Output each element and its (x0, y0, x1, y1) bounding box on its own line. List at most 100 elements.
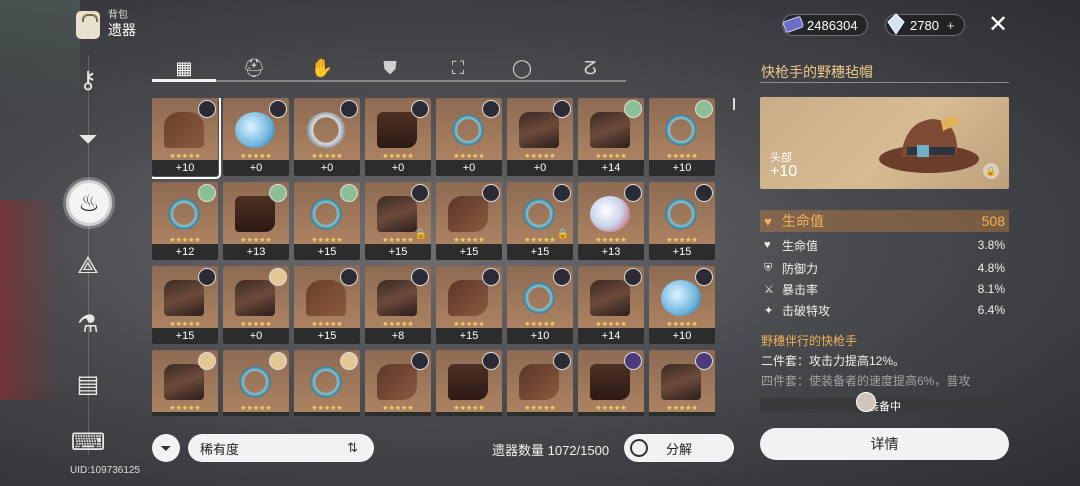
tab-all-relics[interactable]: ▦ (166, 56, 202, 80)
relic-card[interactable]: ★★★★★ +13 (578, 182, 644, 260)
close-icon[interactable]: ✕ (986, 13, 1010, 37)
relic-level (152, 412, 218, 416)
lock-icon[interactable]: 🔒 (983, 163, 999, 179)
flask-icon[interactable]: ⚗ (74, 310, 102, 338)
key-icon[interactable]: ⚷ (74, 66, 102, 94)
character-avatar-icon (269, 352, 287, 370)
character-avatar-icon (198, 268, 216, 286)
relic-card[interactable]: 🔒 ★★★★★ +15 (507, 182, 573, 260)
sort-dropdown[interactable]: 稀有度 ⇅ (188, 434, 374, 462)
character-avatar-icon (198, 100, 216, 118)
relic-card[interactable]: ★★★★★ +15 (294, 182, 360, 260)
tab-feet[interactable]: ⛶ (440, 56, 476, 80)
character-avatar-icon (553, 268, 571, 286)
sub-stat-row: ⛨ 防御力 4.8% (760, 258, 1009, 278)
character-avatar-icon (340, 352, 358, 370)
main-stat-value: 508 (981, 213, 1005, 229)
tab-planar-sphere[interactable]: ◯ (504, 56, 540, 80)
relic-card[interactable]: ★★★★★ +15 (436, 182, 502, 260)
relic-card[interactable]: ★★★★★ +0 (507, 98, 573, 176)
relic-level: +0 (223, 160, 289, 176)
relic-card[interactable]: ★★★★★ +0 (294, 98, 360, 176)
relic-level: +0 (223, 328, 289, 344)
details-button[interactable]: 详情 (760, 428, 1009, 460)
character-avatar-icon (269, 268, 287, 286)
relic-card[interactable]: ★★★★★ +0 (365, 98, 431, 176)
rarity-stars-icon: ★★★★★ (240, 153, 272, 160)
heart-icon: ♥ (764, 213, 772, 229)
character-avatar-icon (411, 352, 429, 370)
relic-card[interactable]: ★★★★★ +8 (365, 266, 431, 344)
tab-link-rope[interactable]: ⵒ (572, 56, 608, 80)
tab-body[interactable]: ⛊ (372, 56, 408, 80)
rarity-stars-icon: ★★★★★ (311, 321, 343, 328)
relic-card[interactable]: ★★★★★ +12 (152, 182, 218, 260)
relic-card[interactable]: ★★★★★ +10 (152, 98, 221, 179)
relic-card[interactable]: ★★★★★ (365, 350, 431, 416)
relic-preview-card: 头部 +10 🔒 (760, 97, 1009, 189)
character-avatar-icon (624, 268, 642, 286)
relic-level: +15 (649, 244, 715, 260)
uid-label: UID:109736125 (70, 465, 141, 476)
mission-card-icon[interactable]: ▤ (74, 370, 102, 398)
relic-count: 遗器数量 1072/1500 (492, 443, 610, 458)
light-cone-icon[interactable]: ⟁ (74, 252, 102, 280)
relic-card[interactable]: ★★★★★ +15 (436, 266, 502, 344)
relic-level (507, 412, 573, 416)
relic-level: +0 (436, 160, 502, 176)
relic-card[interactable]: ★★★★★ (578, 350, 644, 416)
relic-level (578, 412, 644, 416)
relic-level: +10 (770, 163, 798, 180)
relic-card[interactable]: ★★★★★ +15 (152, 266, 218, 344)
tab-head[interactable]: ⛑ (236, 56, 272, 80)
crit-icon: ⚔ (764, 283, 774, 296)
relic-card[interactable]: ★★★★★ +15 (294, 266, 360, 344)
relic-icon[interactable]: ♨ (66, 180, 112, 226)
set-name: 野穗伴行的快枪手 (761, 334, 858, 348)
relic-card[interactable]: ★★★★★ +14 (578, 98, 644, 176)
filter-button[interactable]: ⏷ (152, 434, 180, 462)
rarity-stars-icon: ★★★★★ (382, 153, 414, 160)
character-avatar-icon (482, 100, 500, 118)
relic-card[interactable]: ★★★★★ (152, 350, 218, 416)
salvage-button[interactable]: 分解 (624, 434, 734, 462)
character-avatar-icon (624, 184, 642, 202)
rarity-stars-icon: ★★★★★ (453, 405, 485, 412)
relic-card[interactable]: ★★★★★ (223, 350, 289, 416)
relic-card[interactable]: ★★★★★ (436, 350, 502, 416)
tab-hands[interactable]: ✋ (304, 56, 340, 80)
sub-stat-label: 击破特攻 (782, 303, 831, 318)
relic-card[interactable]: ★★★★★ (294, 350, 360, 416)
relic-card[interactable]: ★★★★★ +10 (649, 266, 715, 344)
character-avatar-icon (695, 352, 713, 370)
relic-level (223, 412, 289, 416)
rarity-stars-icon: ★★★★★ (666, 153, 698, 160)
sub-stat-row: ♥ 生命值 3.8% (760, 235, 1009, 255)
grid-scrollbar[interactable] (733, 98, 735, 110)
add-fuel-button[interactable]: + (947, 18, 955, 33)
relic-card[interactable]: ★★★★★ +10 (649, 98, 715, 176)
relic-card[interactable]: ★★★★★ (649, 350, 715, 416)
rarity-stars-icon: ★★★★★ (666, 237, 698, 244)
sub-stat-label: 防御力 (782, 261, 819, 276)
character-avatar-icon (695, 184, 713, 202)
relic-card[interactable]: ★★★★★ +15 (649, 182, 715, 260)
relic-level: +15 (436, 244, 502, 260)
relic-card[interactable]: ★★★★★ +0 (223, 98, 289, 176)
relic-card[interactable]: ★★★★★ +14 (578, 266, 644, 344)
funnel-icon[interactable]: ⏷ (74, 126, 102, 154)
sort-order-icon[interactable]: ⇅ (347, 440, 358, 456)
relic-card[interactable]: 🔒 ★★★★★ +15 (365, 182, 431, 260)
sub-stat-row: ⚔ 暴击率 8.1% (760, 279, 1009, 299)
ticket-icon[interactable]: ⌨ (71, 428, 106, 456)
relic-card[interactable]: ★★★★★ +13 (223, 182, 289, 260)
sub-stat-value: 8.1% (977, 282, 1005, 296)
rarity-stars-icon: ★★★★★ (169, 237, 201, 244)
rarity-stars-icon: ★★★★★ (311, 237, 343, 244)
relic-card[interactable]: ★★★★★ +0 (436, 98, 502, 176)
character-avatar-icon (482, 268, 500, 286)
relic-level: +10 (649, 328, 715, 344)
relic-card[interactable]: ★★★★★ +0 (223, 266, 289, 344)
relic-card[interactable]: ★★★★★ (507, 350, 573, 416)
relic-card[interactable]: ★★★★★ +10 (507, 266, 573, 344)
